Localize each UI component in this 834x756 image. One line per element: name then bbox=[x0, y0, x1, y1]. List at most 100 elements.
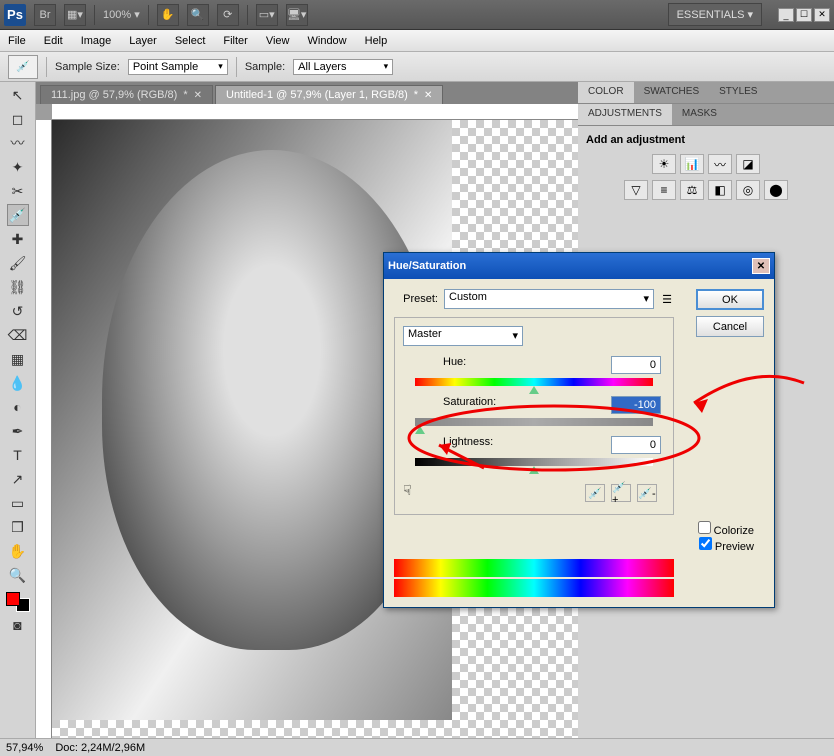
lightness-slider[interactable] bbox=[415, 458, 653, 466]
foreground-color[interactable] bbox=[6, 592, 20, 606]
maximize-button[interactable]: ☐ bbox=[796, 8, 812, 22]
tab-modified: * bbox=[414, 89, 418, 101]
screen-mode-icon[interactable]: 🖥▾ bbox=[286, 4, 308, 26]
preview-checkbox[interactable]: Preview bbox=[699, 541, 754, 553]
pen-tool[interactable]: ✒ bbox=[7, 420, 29, 442]
hand-tool[interactable]: ✋ bbox=[7, 540, 29, 562]
menu-layer[interactable]: Layer bbox=[129, 35, 157, 47]
tab-swatches[interactable]: SWATCHES bbox=[634, 82, 710, 103]
ok-button[interactable]: OK bbox=[696, 289, 764, 310]
status-zoom[interactable]: 57,94% bbox=[6, 742, 43, 754]
channel-mixer-icon[interactable]: ⬤ bbox=[764, 180, 788, 200]
rotate-icon[interactable]: ⟳ bbox=[217, 4, 239, 26]
current-tool-icon[interactable]: 💉 bbox=[8, 55, 38, 79]
eyedropper-icon[interactable]: 💉 bbox=[585, 484, 605, 502]
eyedropper-add-icon[interactable]: 💉+ bbox=[611, 484, 631, 502]
spectrum-bar-bottom bbox=[394, 579, 674, 597]
bw-icon[interactable]: ◧ bbox=[708, 180, 732, 200]
target-adjust-icon[interactable]: ☟ bbox=[403, 482, 412, 499]
exposure-icon[interactable]: ◪ bbox=[736, 154, 760, 174]
zoom-icon[interactable]: 🔍 bbox=[187, 4, 209, 26]
hue-handle[interactable] bbox=[529, 386, 539, 394]
curves-icon[interactable]: 〰 bbox=[708, 154, 732, 174]
dialog-close-button[interactable]: ✕ bbox=[752, 258, 770, 274]
hue-input[interactable] bbox=[611, 356, 661, 374]
menu-window[interactable]: Window bbox=[308, 35, 347, 47]
blur-tool[interactable]: 💧 bbox=[7, 372, 29, 394]
menu-edit[interactable]: Edit bbox=[44, 35, 63, 47]
menu-view[interactable]: View bbox=[266, 35, 290, 47]
sample-size-label: Sample Size: bbox=[55, 61, 120, 73]
type-tool[interactable]: T bbox=[7, 444, 29, 466]
lasso-tool[interactable]: 〰 bbox=[7, 132, 29, 154]
cancel-button[interactable]: Cancel bbox=[696, 316, 764, 337]
bridge-icon[interactable]: Br bbox=[34, 4, 56, 26]
tab-close-icon[interactable]: ✕ bbox=[424, 90, 432, 101]
lightness-handle[interactable] bbox=[529, 466, 539, 474]
shape-tool[interactable]: ▭ bbox=[7, 492, 29, 514]
minimize-button[interactable]: _ bbox=[778, 8, 794, 22]
stamp-tool[interactable]: ⛓ bbox=[7, 276, 29, 298]
document-tab[interactable]: Untitled-1 @ 57,9% (Layer 1, RGB/8) * ✕ bbox=[215, 85, 443, 104]
ruler-vertical bbox=[36, 120, 52, 738]
menu-help[interactable]: Help bbox=[365, 35, 388, 47]
dialog-titlebar[interactable]: Hue/Saturation ✕ bbox=[384, 253, 774, 279]
menu-file[interactable]: File bbox=[8, 35, 26, 47]
photo-filter-icon[interactable]: ◎ bbox=[736, 180, 760, 200]
menu-select[interactable]: Select bbox=[175, 35, 206, 47]
crop-tool[interactable]: ✂ bbox=[7, 180, 29, 202]
menu-filter[interactable]: Filter bbox=[223, 35, 247, 47]
saturation-slider-row: Saturation: bbox=[403, 396, 665, 426]
gradient-tool[interactable]: ▦ bbox=[7, 348, 29, 370]
document-tab[interactable]: 111.jpg @ 57,9% (RGB/8) * ✕ bbox=[40, 85, 213, 104]
zoom-tool[interactable]: 🔍 bbox=[7, 564, 29, 586]
brightness-icon[interactable]: ☀ bbox=[652, 154, 676, 174]
lightness-input[interactable] bbox=[611, 436, 661, 454]
tab-styles[interactable]: STYLES bbox=[709, 82, 767, 103]
tab-close-icon[interactable]: ✕ bbox=[194, 90, 202, 101]
toolbox: ↖ ◻ 〰 ✦ ✂ 💉 ✚ 🖌 ⛓ ↺ ⌫ ▦ 💧 ◐ ✒ T ↗ ▭ ❒ ✋ … bbox=[0, 82, 36, 738]
channel-select[interactable]: Master bbox=[403, 326, 523, 346]
levels-icon[interactable]: 📊 bbox=[680, 154, 704, 174]
saturation-input[interactable] bbox=[611, 396, 661, 414]
hand-icon[interactable]: ✋ bbox=[157, 4, 179, 26]
color-swatches[interactable] bbox=[6, 592, 30, 612]
preset-select[interactable]: Custom bbox=[444, 289, 654, 309]
3d-tool[interactable]: ❒ bbox=[7, 516, 29, 538]
tab-label: 111.jpg @ 57,9% (RGB/8) bbox=[51, 89, 177, 101]
sample-select[interactable]: All Layers bbox=[293, 59, 393, 75]
tab-color[interactable]: COLOR bbox=[578, 82, 634, 103]
brush-tool[interactable]: 🖌 bbox=[7, 252, 29, 274]
eyedropper-tool[interactable]: 💉 bbox=[7, 204, 29, 226]
quick-select-tool[interactable]: ✦ bbox=[7, 156, 29, 178]
eyedropper-subtract-icon[interactable]: 💉- bbox=[637, 484, 657, 502]
menu-image[interactable]: Image bbox=[81, 35, 112, 47]
sample-size-select[interactable]: Point Sample bbox=[128, 59, 228, 75]
view-extras-icon[interactable]: ▦▾ bbox=[64, 4, 86, 26]
eraser-tool[interactable]: ⌫ bbox=[7, 324, 29, 346]
preset-menu-icon[interactable]: ☰ bbox=[660, 293, 674, 306]
quickmask-icon[interactable]: ◙ bbox=[7, 614, 29, 636]
saturation-slider[interactable] bbox=[415, 418, 653, 426]
path-tool[interactable]: ↗ bbox=[7, 468, 29, 490]
saturation-handle[interactable] bbox=[415, 426, 425, 434]
dodge-tool[interactable]: ◐ bbox=[7, 396, 29, 418]
document-tabs: 111.jpg @ 57,9% (RGB/8) * ✕ Untitled-1 @… bbox=[36, 82, 578, 104]
tab-adjustments[interactable]: ADJUSTMENTS bbox=[578, 104, 672, 125]
history-brush-tool[interactable]: ↺ bbox=[7, 300, 29, 322]
zoom-readout[interactable]: 100% ▾ bbox=[103, 8, 140, 21]
arrange-icon[interactable]: ▭▾ bbox=[256, 4, 278, 26]
spectrum-bar-top bbox=[394, 559, 674, 577]
colorize-checkbox[interactable]: Colorize bbox=[698, 525, 754, 537]
heal-tool[interactable]: ✚ bbox=[7, 228, 29, 250]
move-tool[interactable]: ↖ bbox=[7, 84, 29, 106]
workspace-switcher[interactable]: ESSENTIALS ▾ bbox=[668, 3, 762, 26]
lightness-slider-row: Lightness: bbox=[403, 436, 665, 466]
hue-sat-icon[interactable]: ≡ bbox=[652, 180, 676, 200]
balance-icon[interactable]: ⚖ bbox=[680, 180, 704, 200]
hue-slider[interactable] bbox=[415, 378, 653, 386]
close-button[interactable]: ✕ bbox=[814, 8, 830, 22]
vibrance-icon[interactable]: ▽ bbox=[624, 180, 648, 200]
tab-masks[interactable]: MASKS bbox=[672, 104, 727, 125]
marquee-tool[interactable]: ◻ bbox=[7, 108, 29, 130]
